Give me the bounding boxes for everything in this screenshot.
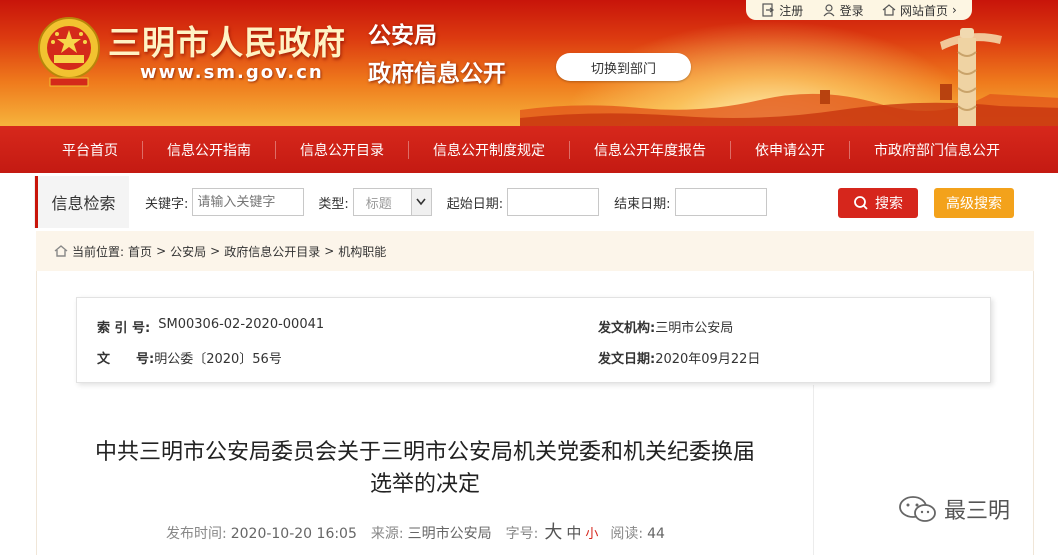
search-icon bbox=[854, 196, 868, 210]
keyword-label: 关键字: bbox=[145, 196, 189, 212]
meta-index-value: SM00306-02-2020-00041 bbox=[158, 317, 325, 332]
breadcrumb-item-department[interactable]: 公安局 bbox=[170, 243, 206, 260]
breadcrumb-item-catalog[interactable]: 政府信息公开目录 bbox=[224, 243, 320, 260]
wechat-watermark: 最三明 bbox=[898, 493, 1010, 525]
breadcrumb-separator: > bbox=[210, 244, 221, 258]
breadcrumb-prefix: 当前位置: bbox=[72, 244, 125, 259]
meta-docno-value: 明公委〔2020〕56号 bbox=[154, 352, 282, 367]
meta-docno-label: 文 号: bbox=[97, 352, 155, 367]
register-label: 注册 bbox=[779, 3, 804, 18]
home-label: 网站首页 bbox=[899, 3, 948, 18]
source-label: 来源: bbox=[370, 526, 404, 542]
home-icon bbox=[882, 4, 896, 16]
type-label: 类型: bbox=[318, 196, 349, 212]
font-size-medium[interactable]: 中 bbox=[566, 522, 581, 543]
publish-time-value: 2020-10-20 16:05 bbox=[230, 526, 357, 542]
font-size-label: 字号: bbox=[505, 526, 539, 542]
reads-value: 44 bbox=[647, 526, 665, 542]
type-select[interactable]: 标题 bbox=[352, 188, 432, 216]
meta-date-label: 发文日期: bbox=[598, 352, 656, 367]
search-button-label: 搜索 bbox=[875, 196, 903, 212]
document-meta-box: 索 引 号: SM00306-02-2020-00041 发文机构: 三明市公安… bbox=[76, 297, 991, 383]
nav-item-platform-home[interactable]: 平台首页 bbox=[38, 126, 142, 173]
nav-item-regulations[interactable]: 信息公开制度规定 bbox=[409, 126, 569, 173]
national-emblem-icon bbox=[38, 17, 100, 87]
type-select-value: 标题 bbox=[365, 196, 392, 212]
section-name: 政府信息公开 bbox=[368, 61, 506, 87]
search-bar: 信息检索 关键字: 类型: 标题 起始日期: 结束日期: 搜索 高级搜索 bbox=[34, 176, 1034, 228]
breadcrumb-item-current[interactable]: 机构职能 bbox=[338, 243, 386, 260]
advanced-search-button[interactable]: 高级搜索 bbox=[934, 188, 1014, 218]
main-nav: 平台首页 信息公开指南 信息公开目录 信息公开制度规定 信息公开年度报告 依申请… bbox=[0, 126, 1058, 173]
breadcrumb: 当前位置: 首页 > 公安局 > 政府信息公开目录 > 机构职能 bbox=[36, 231, 1034, 271]
department-name: 公安局 bbox=[368, 23, 437, 49]
login-label: 登录 bbox=[839, 3, 864, 18]
home-link[interactable]: 网站首页 › bbox=[882, 2, 957, 19]
reads-label: 阅读: bbox=[610, 526, 644, 542]
user-icon bbox=[823, 4, 835, 17]
user-toolbar: 注册 登录 网站首页 › bbox=[746, 0, 972, 20]
nav-item-annual-report[interactable]: 信息公开年度报告 bbox=[570, 126, 730, 173]
nav-item-application[interactable]: 依申请公开 bbox=[731, 126, 849, 173]
switch-department-button[interactable]: 切换到部门 bbox=[556, 53, 691, 81]
breadcrumb-item-home[interactable]: 首页 bbox=[128, 243, 152, 260]
header-banner: 三明市人民政府 www.sm.gov.cn 公安局 政府信息公开 切换到部门 注… bbox=[0, 0, 1058, 126]
register-icon bbox=[762, 3, 775, 17]
meta-issuer-value: 三明市公安局 bbox=[655, 321, 734, 336]
publish-time-label: 发布时间: bbox=[166, 526, 227, 542]
chevron-right-icon: › bbox=[951, 3, 957, 17]
wechat-icon bbox=[899, 496, 936, 522]
meta-issuer-label: 发文机构: bbox=[598, 321, 656, 336]
nav-item-guide[interactable]: 信息公开指南 bbox=[143, 126, 275, 173]
meta-docno-row: 文 号: 明公委〔2020〕56号 bbox=[97, 348, 282, 367]
home-icon bbox=[54, 245, 68, 257]
chevron-down-icon bbox=[410, 189, 431, 215]
end-date-input[interactable] bbox=[674, 188, 767, 216]
article-title: 中共三明市公安局委员会关于三明市公安局机关党委和机关纪委换届 选举的决定 bbox=[40, 437, 810, 501]
breadcrumb-separator: > bbox=[324, 244, 335, 258]
nav-item-catalog[interactable]: 信息公开目录 bbox=[276, 126, 408, 173]
font-size-large[interactable]: 大 bbox=[544, 518, 562, 544]
source-value: 三明市公安局 bbox=[407, 526, 492, 542]
meta-date-value: 2020年09月22日 bbox=[655, 352, 761, 367]
article-title-line-2: 选举的决定 bbox=[369, 472, 480, 497]
register-link[interactable]: 注册 bbox=[761, 2, 803, 19]
end-date-label: 结束日期: bbox=[614, 196, 671, 212]
breadcrumb-separator: > bbox=[156, 244, 167, 258]
font-size-small[interactable]: 小 bbox=[585, 523, 598, 542]
keyword-input[interactable] bbox=[192, 188, 305, 216]
search-title: 信息检索 bbox=[35, 176, 129, 228]
article-title-line-1: 中共三明市公安局委员会关于三明市公安局机关党委和机关纪委换届 bbox=[94, 440, 755, 465]
content-divider bbox=[813, 385, 814, 555]
start-date-label: 起始日期: bbox=[446, 196, 504, 212]
meta-issuer-row: 发文机构: 三明市公安局 bbox=[598, 317, 733, 336]
article-info: 发布时间: 2020-10-20 16:05 来源: 三明市公安局 字号: 大 … bbox=[166, 518, 665, 544]
watermark-text: 最三明 bbox=[944, 499, 1011, 524]
nav-item-city-departments[interactable]: 市政府部门信息公开 bbox=[850, 126, 1024, 173]
huabiao-pillar-graphic bbox=[940, 28, 1002, 126]
start-date-input[interactable] bbox=[507, 188, 600, 216]
search-button[interactable]: 搜索 bbox=[838, 188, 918, 218]
login-link[interactable]: 登录 bbox=[822, 2, 864, 19]
site-name: 三明市人民政府 bbox=[108, 23, 346, 62]
meta-index-label: 索 引 号: bbox=[97, 321, 151, 336]
meta-index-row: 索 引 号: SM00306-02-2020-00041 bbox=[97, 317, 324, 336]
meta-date-row: 发文日期: 2020年09月22日 bbox=[598, 348, 760, 367]
site-url: www.sm.gov.cn bbox=[140, 62, 324, 83]
